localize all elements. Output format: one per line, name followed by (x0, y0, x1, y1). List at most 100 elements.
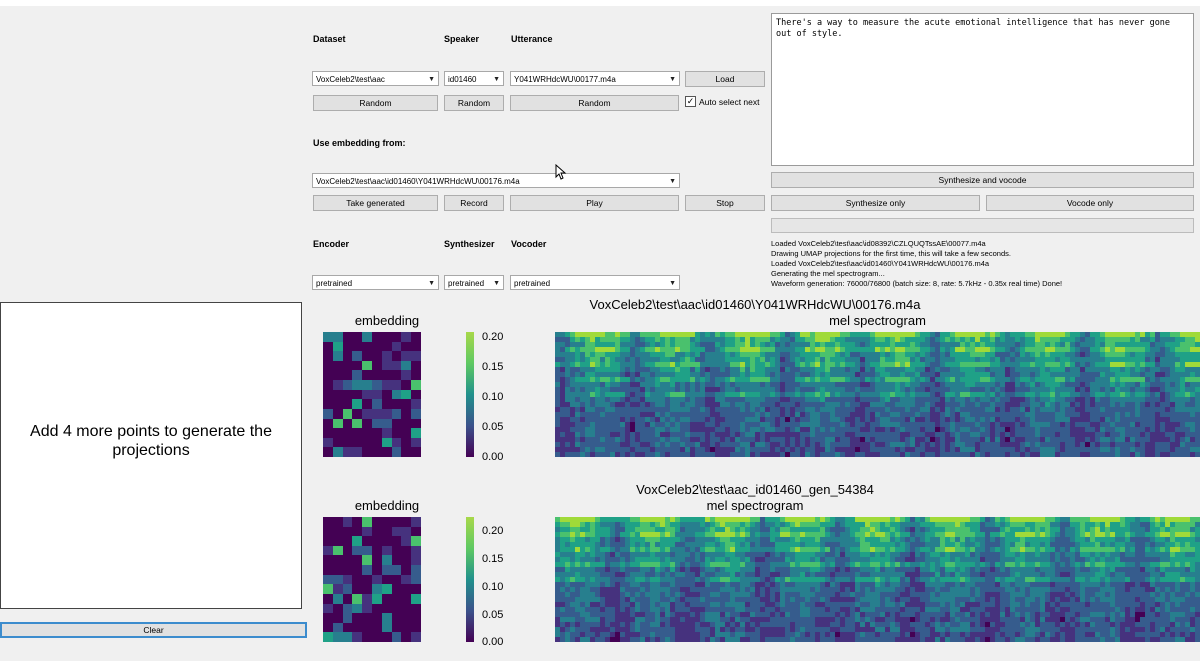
spectrogram-cell (795, 577, 801, 583)
spectrogram-cell (705, 622, 711, 628)
spectrogram-cell (735, 527, 741, 533)
spectrogram-cell (1055, 407, 1061, 413)
spectrogram-cell (655, 417, 661, 423)
spectrogram-cell (595, 362, 601, 368)
spectrogram-cell (1085, 362, 1091, 368)
spectrogram-cell (560, 367, 566, 373)
spectrogram-cell (775, 347, 781, 353)
embedding-select[interactable]: VoxCeleb2\test\aac\id01460\Y041WRHdcWU\0… (312, 173, 680, 188)
spectrogram-cell (870, 437, 876, 443)
spectrogram-cell (1165, 412, 1171, 418)
spectrogram-cell (595, 632, 601, 638)
speaker-select[interactable]: id01460 ▼ (444, 71, 504, 86)
spectrogram-cell (660, 352, 666, 358)
spectrogram-cell (830, 387, 836, 393)
spectrogram-cell (585, 547, 591, 553)
spectrogram-cell (995, 382, 1001, 388)
heatmap-cell (391, 536, 402, 546)
random-utterance-button[interactable]: Random (510, 95, 679, 111)
spectrogram-cell (630, 592, 636, 598)
spectrogram-cell (1020, 332, 1026, 338)
spectrogram-cell (980, 387, 986, 393)
spectrogram-cell (1005, 382, 1011, 388)
spectrogram-cell (775, 452, 781, 457)
clear-button[interactable]: Clear (0, 622, 307, 638)
spectrogram-cell (890, 357, 896, 363)
spectrogram-cell (780, 542, 786, 548)
spectrogram-cell (805, 532, 811, 538)
spectrogram-cell (1025, 452, 1031, 457)
spectrogram-cell (740, 637, 746, 642)
spectrogram-cell (775, 437, 781, 443)
synthesize-and-vocode-button[interactable]: Synthesize and vocode (771, 172, 1194, 188)
spectrogram-cell (1195, 412, 1200, 418)
spectrogram-cell (565, 352, 571, 358)
spectrogram-cell (655, 337, 661, 343)
spectrogram-cell (655, 557, 661, 563)
spectrogram-cell (590, 527, 596, 533)
spectrogram-cell (805, 562, 811, 568)
spectrogram-cell (605, 567, 611, 573)
spectrogram-cell (760, 372, 766, 378)
synthesize-only-button[interactable]: Synthesize only (771, 195, 980, 211)
spectrogram-cell (620, 597, 626, 603)
spectrogram-cell (1180, 407, 1186, 413)
spectrogram-cell (1115, 352, 1121, 358)
spectrogram-cell (1175, 392, 1181, 398)
heatmap-cell (401, 565, 412, 575)
spectrogram-cell (635, 517, 641, 523)
spectrogram-cell (685, 612, 691, 618)
spectrogram-cell (830, 377, 836, 383)
spectrogram-cell (695, 622, 701, 628)
spectrogram-cell (720, 422, 726, 428)
spectrogram-cell (1080, 377, 1086, 383)
spectrogram-cell (585, 517, 591, 523)
random-speaker-button[interactable]: Random (444, 95, 504, 111)
random-dataset-button[interactable]: Random (313, 95, 438, 111)
spectrogram-cell (955, 387, 961, 393)
stop-button[interactable]: Stop (685, 195, 765, 211)
vocoder-select[interactable]: pretrained ▼ (510, 275, 680, 290)
heatmap-cell (323, 370, 333, 381)
spectrogram-cell (635, 412, 641, 418)
spectrogram-cell (945, 337, 951, 343)
spectrogram-cell (615, 637, 621, 642)
play-button[interactable]: Play (510, 195, 679, 211)
spectrogram-cell (760, 407, 766, 413)
synthesizer-select[interactable]: pretrained ▼ (444, 275, 504, 290)
encoder-select[interactable]: pretrained ▼ (312, 275, 439, 290)
spectrogram-cell (1045, 342, 1051, 348)
spectrogram-cell (570, 562, 576, 568)
auto-select-checkbox[interactable]: ✓ (685, 96, 696, 107)
spectrogram-cell (555, 347, 561, 353)
load-button[interactable]: Load (685, 71, 765, 87)
spectrogram-cell (1005, 412, 1011, 418)
spectrogram-cell (810, 407, 816, 413)
spectrogram-cell (575, 527, 581, 533)
spectrogram-cell (640, 387, 646, 393)
take-generated-button[interactable]: Take generated (313, 195, 438, 211)
spectrogram-cell (560, 592, 566, 598)
spectrogram-cell (640, 352, 646, 358)
spectrogram-cell (1035, 432, 1041, 438)
spectrogram-cell (585, 617, 591, 623)
spectrogram-cell (620, 527, 626, 533)
record-button[interactable]: Record (444, 195, 504, 211)
spectrogram-cell (1035, 442, 1041, 448)
spectrogram-cell (590, 617, 596, 623)
spectrogram-cell (710, 602, 716, 608)
spectrogram-cell (940, 332, 946, 338)
spectrogram-cell (815, 437, 821, 443)
spectrogram-cell (950, 397, 956, 403)
text-to-synthesize-input[interactable]: There's a way to measure the acute emoti… (771, 13, 1194, 166)
spectrogram-cell (975, 357, 981, 363)
spectrogram-cell (680, 547, 686, 553)
spectrogram-cell (750, 517, 756, 523)
spectrogram-cell (740, 627, 746, 633)
dataset-select[interactable]: VoxCeleb2\test\aac ▼ (312, 71, 439, 86)
spectrogram-cell (790, 557, 796, 563)
utterance-select[interactable]: Y041WRHdcWU\00177.m4a ▼ (510, 71, 680, 86)
spectrogram-cell (1040, 367, 1046, 373)
spectrogram-cell (810, 517, 816, 523)
vocode-only-button[interactable]: Vocode only (986, 195, 1194, 211)
